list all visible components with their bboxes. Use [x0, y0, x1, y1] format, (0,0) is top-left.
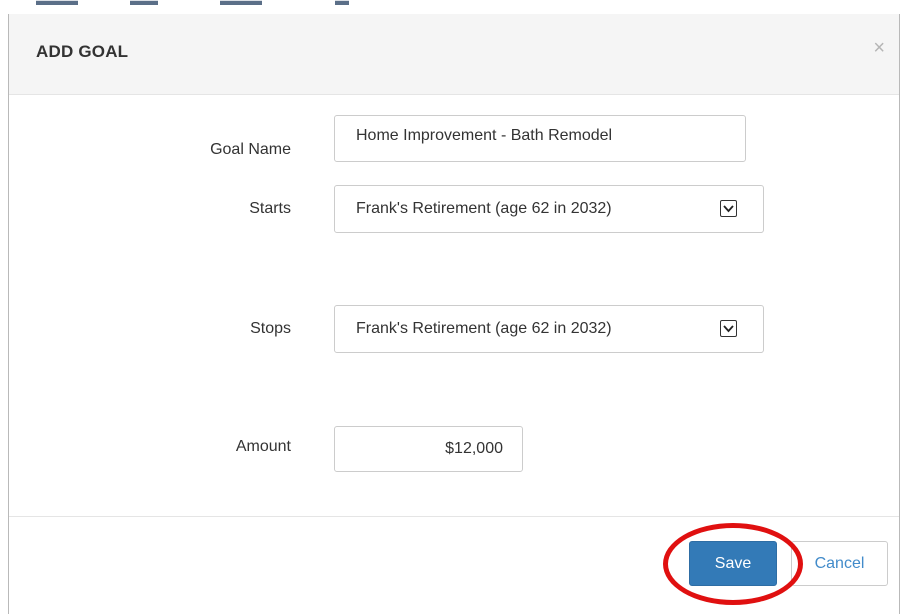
amount-label: Amount: [235, 438, 291, 455]
footer-divider: [9, 516, 899, 517]
cancel-button[interactable]: Cancel: [791, 541, 888, 586]
chevron-down-icon[interactable]: [720, 200, 737, 217]
modal-header: ADD GOAL ×: [9, 14, 899, 95]
amount-value: $12,000: [445, 440, 503, 457]
starts-select[interactable]: Frank's Retirement (age 62 in 2032): [334, 185, 764, 233]
add-goal-modal: ADD GOAL × Goal Name Home Improvement - …: [8, 14, 900, 614]
goal-name-input[interactable]: Home Improvement - Bath Remodel: [334, 115, 746, 162]
close-icon[interactable]: ×: [873, 38, 885, 58]
background-page-strip: ▬▬▬ ▬▬ ▬▬▬ ▬: [0, 0, 900, 14]
goal-name-value: Home Improvement - Bath Remodel: [356, 127, 613, 144]
modal-title: ADD GOAL: [36, 42, 129, 61]
amount-input[interactable]: $12,000: [334, 426, 523, 472]
save-button[interactable]: Save: [689, 541, 777, 586]
stops-label: Stops: [250, 320, 291, 337]
stops-selected-value: Frank's Retirement (age 62 in 2032): [356, 320, 612, 337]
goal-name-label: Goal Name: [210, 141, 291, 158]
stops-select[interactable]: Frank's Retirement (age 62 in 2032): [334, 305, 764, 353]
chevron-down-icon[interactable]: [720, 320, 737, 337]
starts-label: Starts: [249, 200, 291, 217]
starts-selected-value: Frank's Retirement (age 62 in 2032): [356, 200, 612, 217]
